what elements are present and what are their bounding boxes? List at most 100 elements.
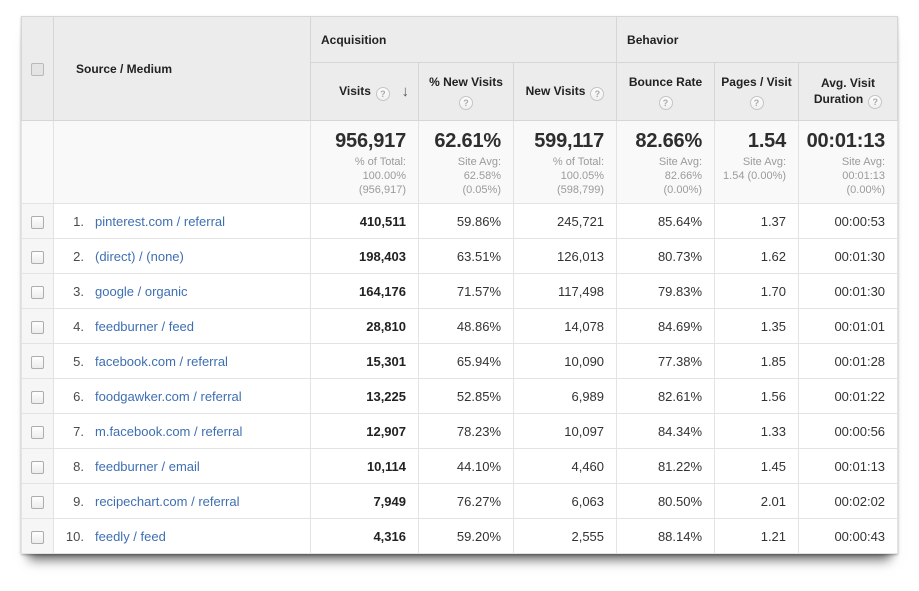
avg-visit-duration-cell: 00:01:01 <box>799 309 898 344</box>
summary-subtext-line: 100.05% <box>518 169 604 183</box>
summary-subtext-line: 62.58% <box>423 169 501 183</box>
help-icon[interactable]: ? <box>750 96 764 110</box>
summary-value: 82.66% <box>621 130 702 153</box>
source-medium-link[interactable]: feedly / feed <box>95 529 166 544</box>
row-checkbox[interactable] <box>31 356 44 369</box>
visits-cell: 410,511 <box>311 204 419 239</box>
pct-new-visits-cell: 65.94% <box>419 344 514 379</box>
row-index: 10. <box>60 529 84 544</box>
help-icon[interactable]: ? <box>590 87 604 101</box>
row-checkbox[interactable] <box>31 286 44 299</box>
table-header: Source / Medium Acquisition Behavior Vis… <box>22 17 898 121</box>
column-header-source-medium[interactable]: Source / Medium <box>54 17 311 121</box>
row-checkbox-cell <box>22 484 54 519</box>
source-medium-link[interactable]: foodgawker.com / referral <box>95 389 242 404</box>
help-icon[interactable]: ? <box>459 96 473 110</box>
bounce-rate-cell: 84.69% <box>617 309 715 344</box>
summary-subtext-line: % of Total: <box>315 155 406 169</box>
pages-visit-cell: 1.85 <box>715 344 799 379</box>
pct-new-visits-cell: 44.10% <box>419 449 514 484</box>
summary-row: 956,917 % of Total:100.00%(956,917) 62.6… <box>22 121 898 204</box>
summary-subtext: % of Total:100.00%(956,917) <box>315 155 406 197</box>
row-checkbox[interactable] <box>31 496 44 509</box>
select-all-checkbox[interactable] <box>31 63 44 76</box>
source-medium-cell: 1.pinterest.com / referral <box>54 204 311 239</box>
source-medium-cell: 2.(direct) / (none) <box>54 239 311 274</box>
pct-new-visits-cell: 63.51% <box>419 239 514 274</box>
column-header-avg-visit-duration[interactable]: Avg. Visit Duration? <box>799 63 898 121</box>
row-checkbox[interactable] <box>31 531 44 544</box>
row-checkbox[interactable] <box>31 321 44 334</box>
source-medium-cell: 8. feedburner / email <box>54 449 311 484</box>
source-medium-cell: 5.facebook.com / referral <box>54 344 311 379</box>
source-medium-link[interactable]: pinterest.com / referral <box>95 214 225 229</box>
summary-subtext: Site Avg:00:01:13(0.00%) <box>803 155 885 197</box>
summary-subtext-line: (0.00%) <box>803 183 885 197</box>
group-header-acquisition: Acquisition <box>311 17 617 63</box>
column-header-visits[interactable]: Visits? ↓ <box>311 63 419 121</box>
pages-visit-cell: 1.56 <box>715 379 799 414</box>
column-header-bounce-rate[interactable]: Bounce Rate ? <box>617 63 715 121</box>
source-medium-link[interactable]: facebook.com / referral <box>95 354 228 369</box>
column-header-new-visits[interactable]: New Visits? <box>514 63 617 121</box>
source-medium-link[interactable]: m.facebook.com / referral <box>95 424 242 439</box>
avg-visit-duration-cell: 00:00:56 <box>799 414 898 449</box>
summary-new-visits: 599,117 % of Total:100.05%(598,799) <box>514 121 617 204</box>
source-medium-link[interactable]: feedburner / feed <box>95 319 194 334</box>
row-index: 8. <box>60 459 84 474</box>
pages-visit-cell: 1.45 <box>715 449 799 484</box>
help-icon[interactable]: ? <box>376 87 390 101</box>
row-checkbox-cell <box>22 309 54 344</box>
table-body: 956,917 % of Total:100.00%(956,917) 62.6… <box>22 121 898 554</box>
source-medium-link[interactable]: recipechart.com / referral <box>95 494 240 509</box>
pct-new-visits-cell: 48.86% <box>419 309 514 344</box>
summary-value: 1.54 <box>719 130 786 153</box>
row-checkbox[interactable] <box>31 391 44 404</box>
source-medium-link[interactable]: feedburner / email <box>95 459 200 474</box>
row-checkbox[interactable] <box>31 461 44 474</box>
row-checkbox[interactable] <box>31 426 44 439</box>
bounce-rate-cell: 81.22% <box>617 449 715 484</box>
pages-visit-cell: 1.33 <box>715 414 799 449</box>
summary-subtext-line: % of Total: <box>518 155 604 169</box>
new-visits-cell: 4,460 <box>514 449 617 484</box>
table-row: 6.foodgawker.com / referral 13,225 52.85… <box>22 379 898 414</box>
source-medium-cell: 7.m.facebook.com / referral <box>54 414 311 449</box>
row-index: 4. <box>60 319 84 334</box>
row-checkbox[interactable] <box>31 251 44 264</box>
row-index: 3. <box>60 284 84 299</box>
help-icon[interactable]: ? <box>868 95 882 109</box>
avg-visit-duration-label: Avg. Visit Duration <box>814 76 875 106</box>
avg-visit-duration-cell: 00:00:43 <box>799 519 898 554</box>
pct-new-visits-cell: 52.85% <box>419 379 514 414</box>
new-visits-cell: 6,063 <box>514 484 617 519</box>
column-header-pages-visit[interactable]: Pages / Visit ? <box>715 63 799 121</box>
bounce-rate-cell: 85.64% <box>617 204 715 239</box>
new-visits-cell: 6,989 <box>514 379 617 414</box>
visits-cell: 15,301 <box>311 344 419 379</box>
pages-visit-cell: 1.35 <box>715 309 799 344</box>
sort-descending-icon[interactable]: ↓ <box>402 84 410 100</box>
row-checkbox-cell <box>22 344 54 379</box>
table-row: 3.google / organic 164,176 71.57% 117,49… <box>22 274 898 309</box>
summary-visits: 956,917 % of Total:100.00%(956,917) <box>311 121 419 204</box>
summary-subtext: Site Avg:62.58%(0.05%) <box>423 155 501 197</box>
summary-subtext-line: 82.66% <box>621 169 702 183</box>
table-row: 9.recipechart.com / referral 7,949 76.27… <box>22 484 898 519</box>
help-icon[interactable]: ? <box>659 96 673 110</box>
row-checkbox[interactable] <box>31 216 44 229</box>
source-medium-cell: 3. google / organic <box>54 274 311 309</box>
avg-visit-duration-cell: 00:01:30 <box>799 239 898 274</box>
bounce-rate-cell: 80.50% <box>617 484 715 519</box>
row-checkbox-cell <box>22 204 54 239</box>
summary-checkbox-cell <box>22 121 54 204</box>
source-medium-link[interactable]: google / organic <box>95 284 188 299</box>
row-checkbox-cell <box>22 239 54 274</box>
new-visits-cell: 10,090 <box>514 344 617 379</box>
summary-pages-visit: 1.54 Site Avg:1.54 (0.00%) <box>715 121 799 204</box>
analytics-table-sheet: Source / Medium Acquisition Behavior Vis… <box>21 16 898 554</box>
summary-value: 62.61% <box>423 130 501 153</box>
column-header-pct-new-visits[interactable]: % New Visits ? <box>419 63 514 121</box>
summary-subtext-line: Site Avg: <box>621 155 702 169</box>
source-medium-link[interactable]: (direct) / (none) <box>95 249 184 264</box>
